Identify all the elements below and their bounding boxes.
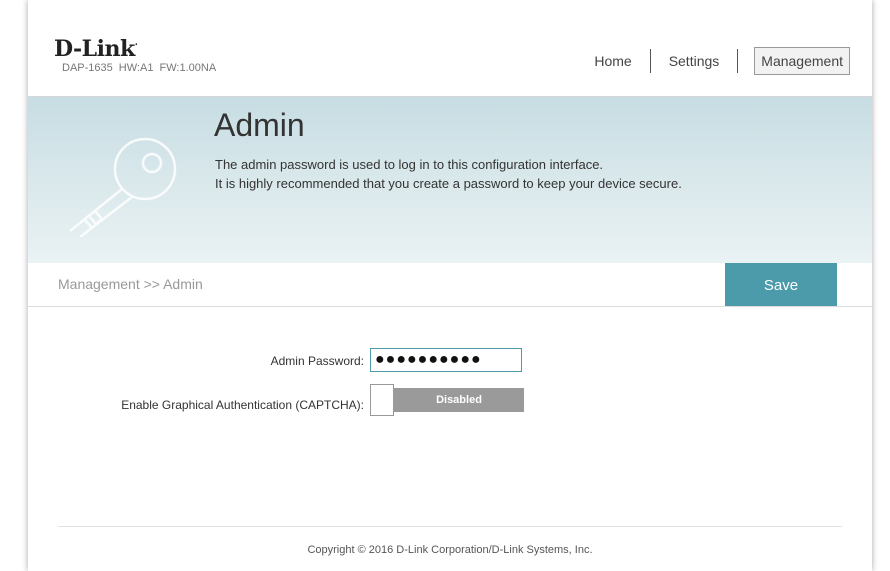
description-line: It is highly recommended that you create… xyxy=(215,176,682,191)
breadcrumb: Management >> Admin xyxy=(58,276,203,292)
logo-text: D-Link xyxy=(54,36,135,62)
nav-home[interactable]: Home xyxy=(576,47,649,75)
captcha-toggle-knob[interactable] xyxy=(370,384,394,416)
page-title: Admin xyxy=(214,107,305,143)
logo-dot: · xyxy=(134,40,138,51)
nav-settings[interactable]: Settings xyxy=(651,47,738,75)
description-line: The admin password is used to log in to … xyxy=(215,157,604,172)
save-button[interactable]: Save xyxy=(725,263,837,306)
page-description: The admin password is used to log in to … xyxy=(215,155,682,193)
nav-divider xyxy=(737,49,739,73)
breadcrumb-bar: Management >> Admin Save xyxy=(28,263,872,307)
device-info: DAP-1635 HW:A1 FW:1.00NA xyxy=(62,62,217,74)
captcha-toggle-track[interactable]: Disabled xyxy=(394,388,524,412)
key-icon xyxy=(69,137,177,237)
admin-password-field[interactable]: ●●●●●●●●●● xyxy=(370,348,522,372)
copyright: Copyright © 2016 D-Link Corporation/D-Li… xyxy=(307,544,593,556)
page-banner: Admin The admin password is used to log … xyxy=(28,97,872,263)
top-nav: Home Settings Management xyxy=(576,47,850,75)
footer-divider xyxy=(58,526,842,527)
app-window: D-Link· DAP-1635 HW:A1 FW:1.00NA Home Se… xyxy=(28,0,872,571)
captcha-label: Enable Graphical Authentication (CAPTCHA… xyxy=(121,398,364,412)
captcha-toggle[interactable]: Disabled xyxy=(370,384,524,418)
header: D-Link· DAP-1635 HW:A1 FW:1.00NA Home Se… xyxy=(28,0,872,97)
dlink-logo: D-Link· xyxy=(54,36,138,62)
nav-management[interactable]: Management xyxy=(754,47,850,75)
admin-password-label: Admin Password: xyxy=(270,354,364,368)
